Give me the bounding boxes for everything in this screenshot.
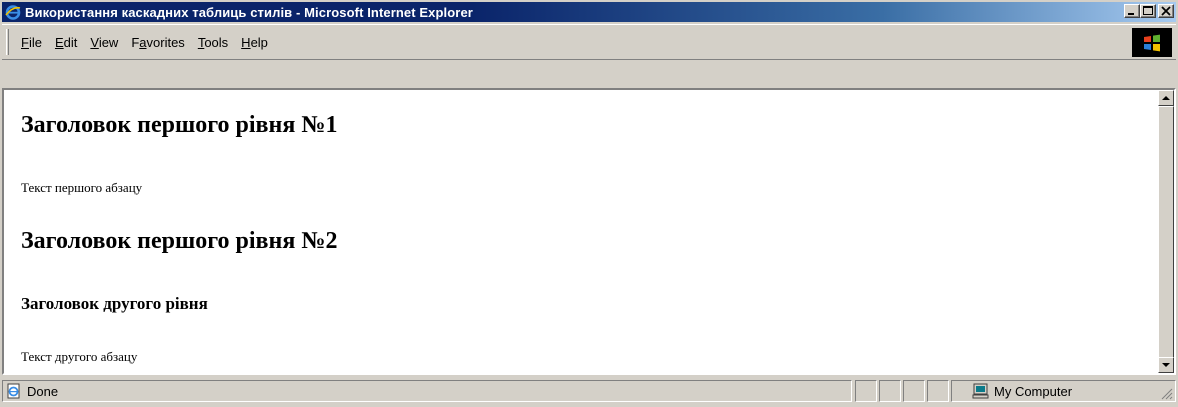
status-cell-progress — [855, 380, 877, 402]
menu-edit[interactable]: Edit — [49, 33, 84, 52]
heading-1-second: Заголовок першого рівня №2 — [21, 228, 338, 254]
content-frame: Заголовок першого рівня №1 Текст першого… — [2, 88, 1176, 375]
ie-page-icon — [6, 383, 22, 399]
close-icon — [1161, 6, 1171, 16]
maximize-icon — [1143, 6, 1153, 15]
window-title: Використання каскадних таблиць стилів - … — [25, 4, 473, 20]
minimize-icon — [1128, 13, 1134, 15]
status-cell-security — [903, 380, 925, 402]
status-zone-panel[interactable]: My Computer — [951, 380, 1176, 402]
status-cell-offline — [879, 380, 901, 402]
window-controls — [1124, 4, 1174, 18]
vertical-scrollbar[interactable] — [1158, 90, 1174, 373]
menu-bar: File Edit View Favorites Tools Help — [2, 24, 1176, 60]
menu-file[interactable]: File — [15, 33, 49, 52]
title-bar[interactable]: Використання каскадних таблиць стилів - … — [2, 2, 1176, 22]
status-bar: Done My Computer — [2, 378, 1176, 405]
arrow-up-icon — [1162, 96, 1170, 100]
minimize-button[interactable] — [1124, 4, 1140, 18]
my-computer-icon — [972, 383, 990, 399]
windows-logo-icon — [1144, 34, 1160, 51]
close-button[interactable] — [1158, 4, 1174, 18]
menu-help[interactable]: Help — [235, 33, 275, 52]
paragraph-second: Текст другого абзацу — [21, 349, 138, 364]
scroll-down-button[interactable] — [1158, 357, 1174, 373]
paragraph-first: Текст першого абзацу — [21, 180, 143, 195]
throbber[interactable] — [1132, 28, 1172, 57]
scroll-thumb[interactable] — [1158, 106, 1174, 358]
toolbar-grip[interactable] — [6, 29, 9, 55]
maximize-button[interactable] — [1140, 4, 1156, 18]
status-text: Done — [27, 383, 59, 399]
heading-2: Заголовок другого рівня — [21, 294, 208, 313]
arrow-down-icon — [1162, 363, 1170, 367]
menu-view[interactable]: View — [84, 33, 125, 52]
resize-grip-icon[interactable] — [1161, 388, 1173, 400]
zone-label: My Computer — [994, 383, 1073, 399]
status-cell-extra — [927, 380, 949, 402]
scroll-up-button[interactable] — [1158, 90, 1174, 106]
menu-tools[interactable]: Tools — [192, 33, 235, 52]
status-text-panel: Done — [2, 380, 852, 402]
page-content: Заголовок першого рівня №1 Текст першого… — [4, 90, 1158, 373]
menu-favorites[interactable]: Favorites — [125, 33, 191, 52]
browser-window: Використання каскадних таблиць стилів - … — [0, 0, 1178, 407]
ie-logo-icon — [5, 4, 21, 20]
heading-1-first: Заголовок першого рівня №1 — [21, 112, 338, 138]
